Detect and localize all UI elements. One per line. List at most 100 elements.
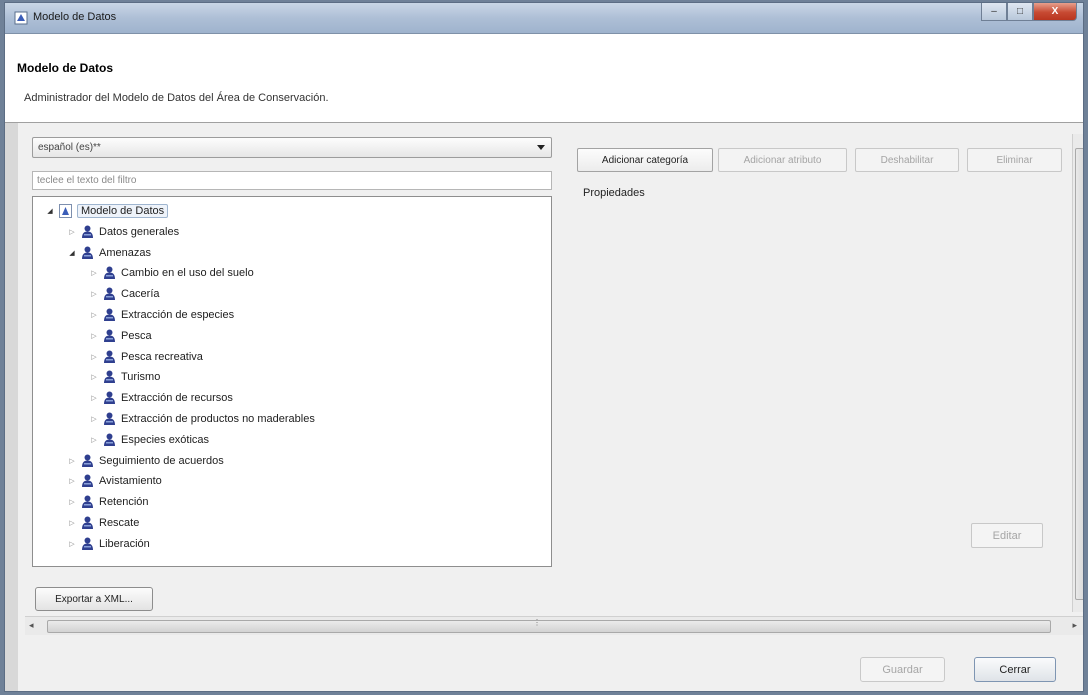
expand-arrow-icon[interactable]: ▷ — [89, 353, 99, 361]
expand-arrow-icon[interactable]: ▷ — [89, 373, 99, 381]
expand-arrow-icon[interactable]: ▷ — [89, 332, 99, 340]
category-icon — [82, 516, 93, 529]
category-icon — [82, 537, 93, 550]
tree-item-label: Liberación — [99, 537, 150, 550]
tree-item-label: Turismo — [121, 371, 161, 384]
tree-item-label: Datos generales — [99, 225, 180, 238]
collapse-arrow-icon[interactable]: ◢ — [45, 207, 55, 215]
expand-arrow-icon[interactable]: ▷ — [67, 457, 77, 465]
save-button[interactable]: Guardar — [860, 657, 945, 682]
language-select-value: español (es)** — [38, 142, 101, 153]
tree-item-label: Pesca — [121, 329, 152, 342]
expand-arrow-icon[interactable]: ▷ — [67, 498, 77, 506]
category-icon — [104, 266, 115, 280]
tree-item[interactable]: ▷ Pesca recreativa — [89, 347, 203, 367]
disable-button[interactable]: Deshabilitar — [855, 148, 959, 172]
vertical-scrollbar[interactable] — [1072, 134, 1083, 612]
category-icon — [82, 474, 93, 488]
category-icon — [104, 329, 115, 342]
horizontal-scrollbar[interactable]: ◂ ⋮ ▸ — [25, 616, 1083, 635]
language-select[interactable]: español (es)** — [32, 137, 552, 158]
expand-arrow-icon[interactable]: ▷ — [67, 540, 77, 548]
tree-item-label: Pesca recreativa — [121, 350, 203, 363]
tree-item[interactable]: ▷ Rescate — [67, 513, 139, 533]
vertical-scroll-thumb[interactable] — [1075, 148, 1083, 600]
left-border-strip — [5, 123, 18, 691]
tree-item[interactable]: ▷ Seguimiento de acuerdos — [67, 451, 224, 471]
expand-arrow-icon[interactable]: ▷ — [67, 228, 77, 236]
properties-label: Propiedades — [583, 187, 645, 199]
window-controls: – □ X — [981, 3, 1077, 23]
data-model-icon — [59, 204, 72, 218]
tree-item-label: Avistamiento — [99, 475, 162, 488]
expand-arrow-icon[interactable]: ▷ — [89, 290, 99, 298]
export-xml-button[interactable]: Exportar a XML... — [35, 587, 153, 611]
close-button[interactable]: Cerrar — [974, 657, 1056, 682]
scroll-grip-icon: ⋮ — [533, 618, 541, 627]
tree-item[interactable]: ◢ Amenazas — [67, 243, 151, 263]
tree-item[interactable]: ▷ Cambio en el uso del suelo — [89, 263, 254, 283]
tree-item-label: Amenazas — [99, 246, 151, 259]
category-icon — [82, 225, 93, 238]
tree-item-label: Extracción de especies — [121, 309, 235, 321]
category-icon — [82, 454, 93, 467]
expand-arrow-icon[interactable]: ▷ — [67, 477, 77, 485]
tree-item-label: Modelo de Datos — [77, 204, 169, 218]
tree-item[interactable]: ▷ Avistamiento — [67, 471, 162, 491]
category-icon — [104, 433, 115, 446]
expand-arrow-icon[interactable]: ▷ — [89, 394, 99, 402]
tree-item[interactable]: ▷ Extracción de recursos — [89, 388, 233, 408]
expand-arrow-icon[interactable]: ▷ — [67, 519, 77, 527]
modelo-de-datos-window: Modelo de Datos – □ X Modelo de Datos Ad… — [4, 2, 1084, 692]
tree-item-label: Especies exóticas — [121, 433, 210, 446]
minimize-button[interactable]: – — [981, 3, 1007, 21]
tree-item-label: Retención — [99, 496, 149, 509]
delete-button[interactable]: Eliminar — [967, 148, 1062, 172]
tree-item[interactable]: ▷ Retención — [67, 492, 149, 512]
header-title: Modelo de Datos — [17, 61, 114, 75]
tree-item[interactable]: ▷ Liberación — [67, 534, 150, 554]
maximize-button[interactable]: □ — [1007, 3, 1033, 21]
scroll-right-icon[interactable]: ▸ — [1072, 620, 1077, 631]
category-icon — [104, 350, 115, 363]
category-icon — [104, 287, 115, 301]
category-icon — [82, 246, 93, 259]
expand-arrow-icon[interactable]: ▷ — [89, 436, 99, 444]
tree-item[interactable]: ▷ Extracción de especies — [89, 305, 234, 325]
tree-item-label: Cambio en el uso del suelo — [121, 267, 254, 280]
category-icon — [82, 495, 93, 509]
tree-root-item[interactable]: ◢ Modelo de Datos — [45, 201, 169, 221]
tree-item[interactable]: ▷ Especies exóticas — [89, 430, 209, 450]
expand-arrow-icon[interactable]: ▷ — [89, 311, 99, 319]
expand-arrow-icon[interactable]: ▷ — [89, 415, 99, 423]
edit-button[interactable]: Editar — [971, 523, 1043, 548]
data-model-tree[interactable]: ◢ Modelo de Datos ▷ Datos generales ◢ Amenaza… — [32, 196, 552, 567]
window-title: Modelo de Datos — [33, 11, 117, 23]
add-attribute-button[interactable]: Adicionar atributo — [718, 148, 847, 172]
tree-item[interactable]: ▷ Datos generales — [67, 222, 179, 242]
tree-item[interactable]: ▷ Pesca — [89, 326, 152, 346]
header-description: Administrador del Modelo de Datos del Ár… — [24, 92, 329, 104]
category-icon — [104, 412, 115, 425]
tree-item[interactable]: ▷ Cacería — [89, 284, 160, 304]
horizontal-scroll-thumb[interactable] — [47, 620, 1051, 633]
tree-item-label: Extracción de recursos — [121, 392, 233, 405]
filter-input[interactable] — [32, 171, 552, 190]
collapse-arrow-icon[interactable]: ◢ — [67, 249, 77, 257]
app-icon — [14, 11, 28, 25]
tree-item[interactable]: ▷ Turismo — [89, 367, 160, 387]
title-bar[interactable]: Modelo de Datos – □ X — [5, 3, 1083, 34]
tree-item-label: Rescate — [99, 517, 140, 529]
add-category-button[interactable]: Adicionar categoría — [577, 148, 713, 172]
tree-item-label: Cacería — [121, 288, 160, 301]
tree-item[interactable]: ▷ Extracción de productos no maderables — [89, 409, 315, 429]
tree-item-label: Seguimiento de acuerdos — [99, 454, 224, 467]
category-icon — [104, 308, 115, 321]
dialog-header: Modelo de Datos Administrador del Modelo… — [5, 34, 1083, 123]
expand-arrow-icon[interactable]: ▷ — [89, 269, 99, 277]
tree-item-label: Extracción de productos no maderables — [121, 413, 315, 425]
category-icon — [104, 370, 115, 384]
category-icon — [104, 391, 115, 405]
scroll-left-icon[interactable]: ◂ — [29, 620, 34, 631]
close-window-button[interactable]: X — [1033, 3, 1077, 21]
